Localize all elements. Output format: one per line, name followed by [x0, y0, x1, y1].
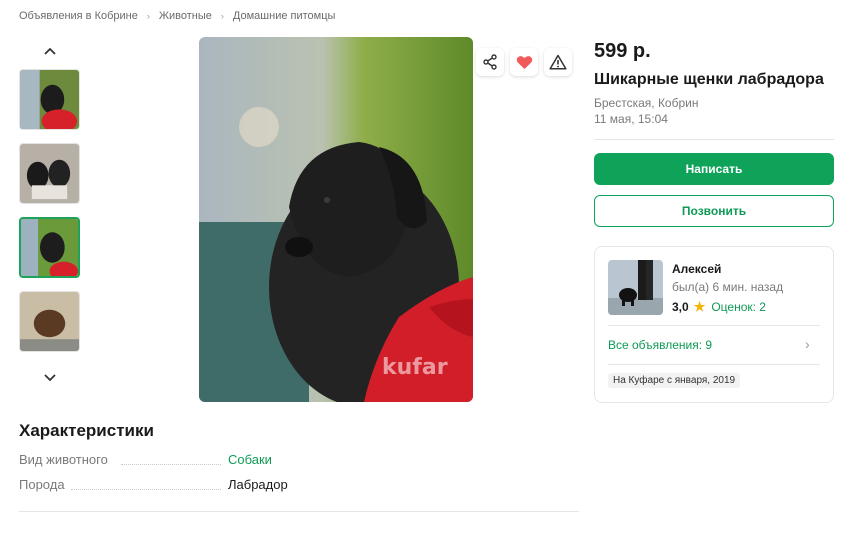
warning-icon	[549, 54, 567, 70]
thumbnail-image	[21, 219, 78, 276]
avatar-image	[608, 260, 663, 315]
seller-rating: 3,0 ★ Оценок: 2	[672, 299, 766, 315]
divider	[608, 364, 820, 365]
photo-actions	[476, 48, 572, 76]
thumbnail-4[interactable]	[19, 291, 80, 352]
main-photo[interactable]: kufar	[199, 37, 473, 402]
heart-icon	[516, 55, 532, 69]
thumbnail-1[interactable]	[19, 69, 80, 130]
divider	[594, 139, 834, 140]
puppy-photo	[199, 37, 473, 402]
call-button[interactable]: Позвонить	[594, 195, 834, 227]
all-listings-link[interactable]: Все объявления: 9	[608, 338, 712, 352]
price: 599 р.	[594, 40, 651, 62]
thumbnail-3-selected[interactable]	[19, 217, 80, 278]
divider	[19, 511, 579, 512]
watermark: kufar	[382, 355, 448, 380]
gallery-up-button[interactable]	[19, 40, 81, 62]
thumbnail-strip	[19, 40, 81, 389]
thumbnail-image	[20, 292, 79, 351]
breadcrumb-item-listings[interactable]: Объявления в Кобрине	[19, 10, 138, 22]
divider	[608, 325, 820, 326]
breadcrumb-separator: ›	[146, 11, 150, 21]
characteristics-heading: Характеристики	[19, 421, 154, 440]
characteristic-label: Порода	[19, 477, 65, 492]
seller-last-seen: был(а) 6 мин. назад	[672, 280, 784, 294]
share-button[interactable]	[476, 48, 504, 76]
member-since-badge: На Куфаре с января, 2019	[608, 373, 741, 388]
gallery-down-button[interactable]	[19, 367, 81, 389]
breadcrumb-separator: ›	[220, 11, 224, 21]
chevron-up-icon	[44, 47, 56, 55]
chevron-down-icon	[44, 374, 56, 382]
star-icon: ★	[693, 299, 706, 314]
location: Брестская, Кобрин	[594, 96, 699, 110]
breadcrumb: Объявления в Кобрине › Животные › Домашн…	[19, 10, 335, 22]
characteristic-label: Вид животного	[19, 452, 108, 467]
breadcrumb-item-animals[interactable]: Животные	[159, 10, 212, 22]
report-button[interactable]	[544, 48, 572, 76]
favorite-button[interactable]	[510, 48, 538, 76]
dotted-leader	[71, 489, 221, 490]
thumbnail-image	[20, 144, 79, 203]
share-icon	[483, 54, 497, 70]
characteristic-value[interactable]: Собаки	[228, 452, 272, 467]
chevron-right-icon[interactable]: ›	[805, 336, 810, 352]
write-button[interactable]: Написать	[594, 153, 834, 185]
breadcrumb-item-pets[interactable]: Домашние питомцы	[233, 10, 336, 22]
avatar[interactable]	[608, 260, 663, 315]
rating-value: 3,0	[672, 300, 689, 314]
seller-card: Алексей был(а) 6 мин. назад 3,0 ★ Оценок…	[594, 246, 834, 403]
thumbnail-image	[20, 70, 79, 129]
thumbnail-2[interactable]	[19, 143, 80, 204]
characteristic-value: Лабрадор	[228, 477, 288, 492]
listing-title: Шикарные щенки лабрадора	[594, 71, 824, 88]
seller-name[interactable]: Алексей	[672, 262, 721, 276]
listing-date: 11 мая, 15:04	[594, 112, 668, 126]
dotted-leader	[121, 464, 221, 465]
reviews-link[interactable]: Оценок: 2	[711, 300, 766, 314]
